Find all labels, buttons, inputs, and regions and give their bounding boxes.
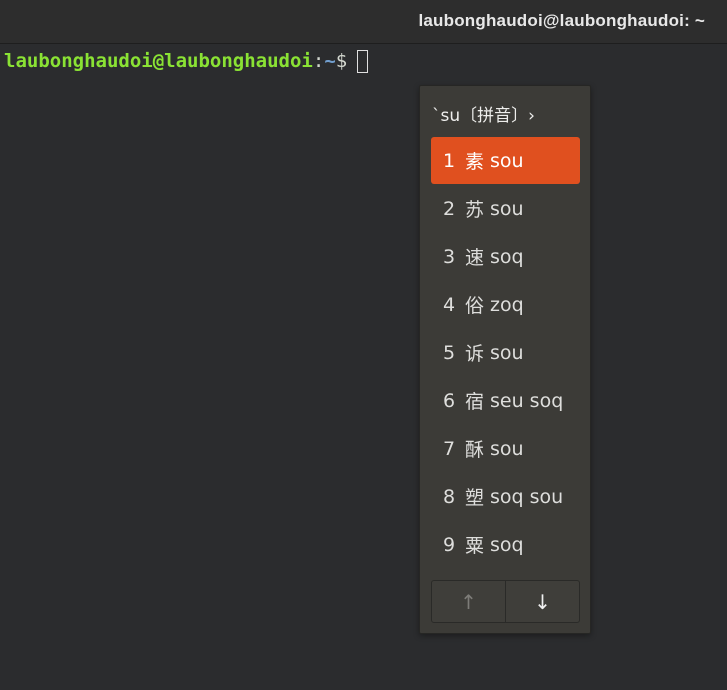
candidate-pager: ↑ ↓ <box>431 580 580 623</box>
candidate-item[interactable]: 2 苏 sou <box>431 185 580 232</box>
candidate-item[interactable]: 8 塑 soq sou <box>431 473 580 520</box>
arrow-up-icon: ↑ <box>460 589 477 614</box>
candidate-char: 宿 <box>465 391 485 413</box>
candidate-index: 2 <box>443 197 456 220</box>
window-titlebar[interactable]: laubonghaudoi@laubonghaudoi: ~ <box>0 0 727 44</box>
candidate-index: 6 <box>443 389 456 412</box>
candidate-index: 3 <box>443 245 456 268</box>
candidate-code: zoq <box>490 293 524 316</box>
arrow-down-icon: ↓ <box>534 589 551 614</box>
candidate-index: 4 <box>443 293 456 316</box>
candidate-code: sou <box>490 437 524 460</box>
candidate-index: 1 <box>443 149 456 172</box>
prompt-separator: : <box>312 50 325 72</box>
text-cursor <box>357 49 369 73</box>
candidate-char: 速 <box>465 247 485 269</box>
prompt-user-host: laubonghaudoi@laubonghaudoi <box>4 50 313 72</box>
candidate-code: soq sou <box>490 485 564 508</box>
ime-candidate-popup: `su〔拼音〕› 1 素 sou 2 苏 sou 3 速 soq 4 俗 zoq 5 诉 sou 6… <box>419 85 591 634</box>
candidate-char: 俗 <box>465 295 485 317</box>
candidate-index: 9 <box>443 533 456 556</box>
candidate-code: seu soq <box>490 389 564 412</box>
candidate-item[interactable]: 4 俗 zoq <box>431 281 580 328</box>
window-title: laubonghaudoi@laubonghaudoi: ~ <box>418 11 705 30</box>
candidate-code: sou <box>490 341 524 364</box>
candidate-char: 苏 <box>465 199 485 221</box>
prompt-line: laubonghaudoi@laubonghaudoi: ~ $ <box>4 48 369 74</box>
candidate-item[interactable]: 5 诉 sou <box>431 329 580 376</box>
prompt-dollar: $ <box>335 50 348 72</box>
candidate-index: 8 <box>443 485 456 508</box>
prompt-path: ~ <box>324 50 336 72</box>
ime-preedit: `su〔拼音〕› <box>432 106 535 126</box>
candidate-item[interactable]: 1 素 sou <box>431 137 580 184</box>
candidate-item[interactable]: 7 酥 sou <box>431 425 580 472</box>
candidate-index: 5 <box>443 341 456 364</box>
candidate-code: sou <box>490 197 524 220</box>
candidate-char: 粟 <box>465 535 485 557</box>
next-page-button[interactable]: ↓ <box>506 581 579 622</box>
candidate-code: sou <box>490 149 524 172</box>
candidate-item[interactable]: 3 速 soq <box>431 233 580 280</box>
candidate-code: soq <box>490 533 524 556</box>
candidate-index: 7 <box>443 437 456 460</box>
terminal-area[interactable]: laubonghaudoi@laubonghaudoi: ~ $ <box>0 44 727 690</box>
candidate-code: soq <box>490 245 524 268</box>
candidate-item[interactable]: 9 粟 soq <box>431 521 580 568</box>
candidate-char: 诉 <box>465 343 485 365</box>
candidate-char: 酥 <box>465 439 485 461</box>
candidate-char: 塑 <box>465 487 485 509</box>
candidate-char: 素 <box>465 151 485 173</box>
candidate-item[interactable]: 6 宿 seu soq <box>431 377 580 424</box>
prev-page-button[interactable]: ↑ <box>432 581 506 622</box>
candidate-list: 1 素 sou 2 苏 sou 3 速 soq 4 俗 zoq 5 诉 sou 6 宿 seu soq … <box>431 137 580 569</box>
